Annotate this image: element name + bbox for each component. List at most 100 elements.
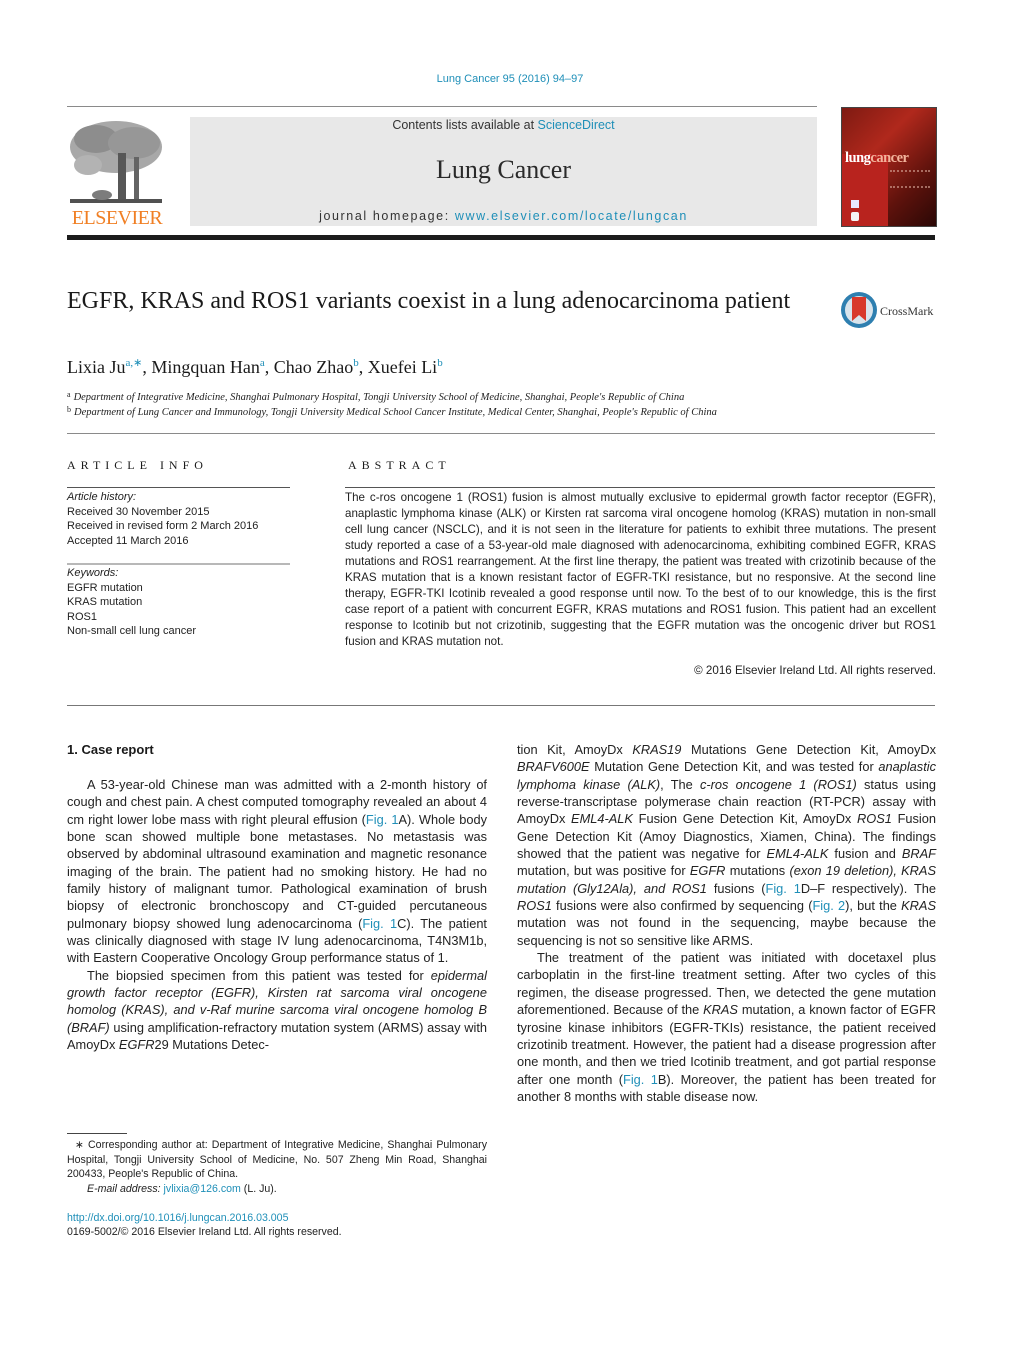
text-run: The biopsied specimen from this patient … <box>87 967 431 983</box>
paragraph: The biopsied specimen from this patient … <box>67 967 487 1054</box>
text-run: KRAS19 <box>632 742 682 757</box>
affiliation-b: b Department of Lung Cancer and Immunolog… <box>67 405 717 418</box>
author-affiliation-marker[interactable]: b <box>437 357 443 369</box>
history-accepted: Accepted 11 March 2016 <box>67 534 189 547</box>
article-title: EGFR, KRAS and ROS1 variants coexist in … <box>67 288 791 314</box>
homepage-prefix: journal homepage: <box>319 209 455 223</box>
email-line: E-mail address: jvlixia@126.com (L. Ju). <box>67 1182 487 1197</box>
corresponding-author-footnote: ∗ Corresponding author at: Department of… <box>67 1138 487 1196</box>
affiliation-a: a Department of Integrative Medicine, Sha… <box>67 390 684 403</box>
abstract-copyright: © 2016 Elsevier Ireland Ltd. All rights … <box>694 664 936 677</box>
homepage-line: journal homepage: www.elsevier.com/locat… <box>190 209 817 223</box>
text-run: ROS1 <box>857 811 892 827</box>
email-label: E-mail address: <box>87 1182 164 1195</box>
issn-copyright: 0169-5002/© 2016 Elsevier Ireland Ltd. A… <box>67 1226 342 1238</box>
text-run: ROS1 <box>517 898 552 914</box>
body-rule <box>67 705 935 706</box>
footnote-rule <box>67 1133 127 1134</box>
author-list: Lixia Jua,∗, Mingquan Hana, Chao Zhaob, … <box>67 357 443 377</box>
body-column-right: tion Kit, AmoyDx KRAS19 Mutations Gene D… <box>517 741 936 1105</box>
doi-link[interactable]: http://dx.doi.org/10.1016/j.lungcan.2016… <box>67 1212 288 1224</box>
journal-masthead: Contents lists available at ScienceDirec… <box>190 117 817 226</box>
journal-name: Lung Cancer <box>435 155 571 184</box>
cover-title-lung: lung <box>845 150 871 166</box>
text-run: fusion and <box>828 846 902 862</box>
figure-link[interactable]: Fig. 1 <box>766 881 801 896</box>
history-received: Received 30 November 2015 <box>67 505 210 518</box>
body-column-left: A 53-year-old Chinese man was admitted w… <box>67 776 487 1054</box>
cover-title: lungcancer <box>845 150 909 167</box>
cover-title-cancer: cancer <box>870 150 909 166</box>
text-run: mutation, but was positive for <box>517 863 690 879</box>
text-run: EML4-ALK <box>766 846 829 862</box>
elsevier-logo[interactable]: ELSEVIER <box>66 117 168 229</box>
history-label: Article history: <box>67 491 137 503</box>
text-run: EGFR <box>118 1037 155 1053</box>
abstract-heading: ABSTRACT <box>348 458 451 472</box>
contents-line: Contents lists available at ScienceDirec… <box>190 118 817 132</box>
sciencedirect-link[interactable]: ScienceDirect <box>538 118 615 132</box>
text-run: Mutations Gene Detection Kit, AmoyDx <box>681 742 936 757</box>
text-run: , The <box>660 776 700 792</box>
cover-seal-icon <box>851 212 859 221</box>
affiliation-marker: a <box>67 390 71 399</box>
text-run: fusions ( <box>706 880 766 896</box>
keyword: EGFR mutation <box>67 581 143 594</box>
affiliation-marker: b <box>67 405 71 414</box>
abstract-rule <box>345 487 935 488</box>
text-run: KRAS <box>901 898 936 914</box>
text-run: fusions were also confirmed by sequencin… <box>551 898 813 914</box>
author-name[interactable]: Chao Zhao <box>274 357 353 377</box>
journal-homepage-link[interactable]: www.elsevier.com/locate/lungcan <box>455 209 688 223</box>
section-heading: 1. Case report <box>67 742 154 757</box>
figure-link[interactable]: Fig. 1 <box>362 916 397 931</box>
figure-link[interactable]: Fig. 1 <box>623 1072 658 1087</box>
keyword: KRAS mutation <box>67 596 143 608</box>
masthead-thick-rule <box>67 235 935 240</box>
affiliation-text: Department of Integrative Medicine, Shan… <box>73 392 685 403</box>
text-run: c-ros oncogene 1 (ROS1) <box>700 776 857 792</box>
footnote-text: ∗ Corresponding author at: Department of… <box>67 1139 487 1180</box>
affiliation-rule <box>67 433 935 434</box>
article-history: Article history: Received 30 November 20… <box>67 490 258 548</box>
elsevier-tree-icon <box>70 121 162 203</box>
paragraph-continued: tion Kit, AmoyDx KRAS19 Mutations Gene D… <box>517 741 936 949</box>
text-run: KRAS <box>703 1002 738 1018</box>
author-name[interactable]: Xuefei Li <box>368 357 437 377</box>
abstract-text: The c-ros oncogene 1 (ROS1) fusion is al… <box>345 491 936 649</box>
text-run: ), but the <box>845 898 902 914</box>
keywords-label: Keywords: <box>67 567 119 579</box>
paragraph: The treatment of the patient was initiat… <box>517 949 936 1105</box>
crossmark-icon <box>841 292 877 328</box>
email-suffix: (L. Ju). <box>240 1182 277 1195</box>
keywords: Keywords: EGFR mutation KRAS mutation RO… <box>67 566 196 639</box>
text-run: Mutation Gene Detection Kit, and was tes… <box>589 759 879 775</box>
text-run: tion Kit, AmoyDx <box>517 742 633 757</box>
text-run: EML4-ALK <box>571 811 633 827</box>
text-run: D–F respectively). The <box>800 880 936 896</box>
author-affiliation-marker[interactable]: a <box>260 357 265 369</box>
text-run: mutation was not found in the sequencing… <box>517 915 936 948</box>
affiliation-text: Department of Lung Cancer and Immunology… <box>74 407 717 418</box>
cover-badge-icon <box>851 200 859 208</box>
text-run: BRAF <box>901 846 936 862</box>
journal-cover-image[interactable]: lungcancer <box>841 107 937 227</box>
author-name[interactable]: Mingquan Han <box>151 357 259 377</box>
contents-prefix: Contents lists available at <box>392 118 538 132</box>
text-run: EGFR <box>689 863 726 879</box>
keyword: Non-small cell lung cancer <box>67 625 196 637</box>
journal-citation-link[interactable]: Lung Cancer 95 (2016) 94–97 <box>0 73 1020 85</box>
cover-subtitle <box>890 170 930 188</box>
text-run: Fusion Gene Detection Kit, AmoyDx <box>632 811 858 827</box>
crossmark-label: CrossMark <box>880 304 934 318</box>
email-link[interactable]: jvlixia@126.com <box>164 1183 241 1195</box>
keywords-rule <box>67 563 290 565</box>
crossmark-button[interactable]: CrossMark <box>840 291 940 329</box>
figure-link[interactable]: Fig. 2 <box>812 898 845 913</box>
paragraph: A 53-year-old Chinese man was admitted w… <box>67 776 487 967</box>
author-affiliation-marker[interactable]: b <box>353 357 359 369</box>
article-info-rule <box>67 487 290 488</box>
author-name[interactable]: Lixia Ju <box>67 357 126 377</box>
figure-link[interactable]: Fig. 1 <box>366 812 399 827</box>
author-affiliation-marker[interactable]: a,∗ <box>126 357 143 369</box>
